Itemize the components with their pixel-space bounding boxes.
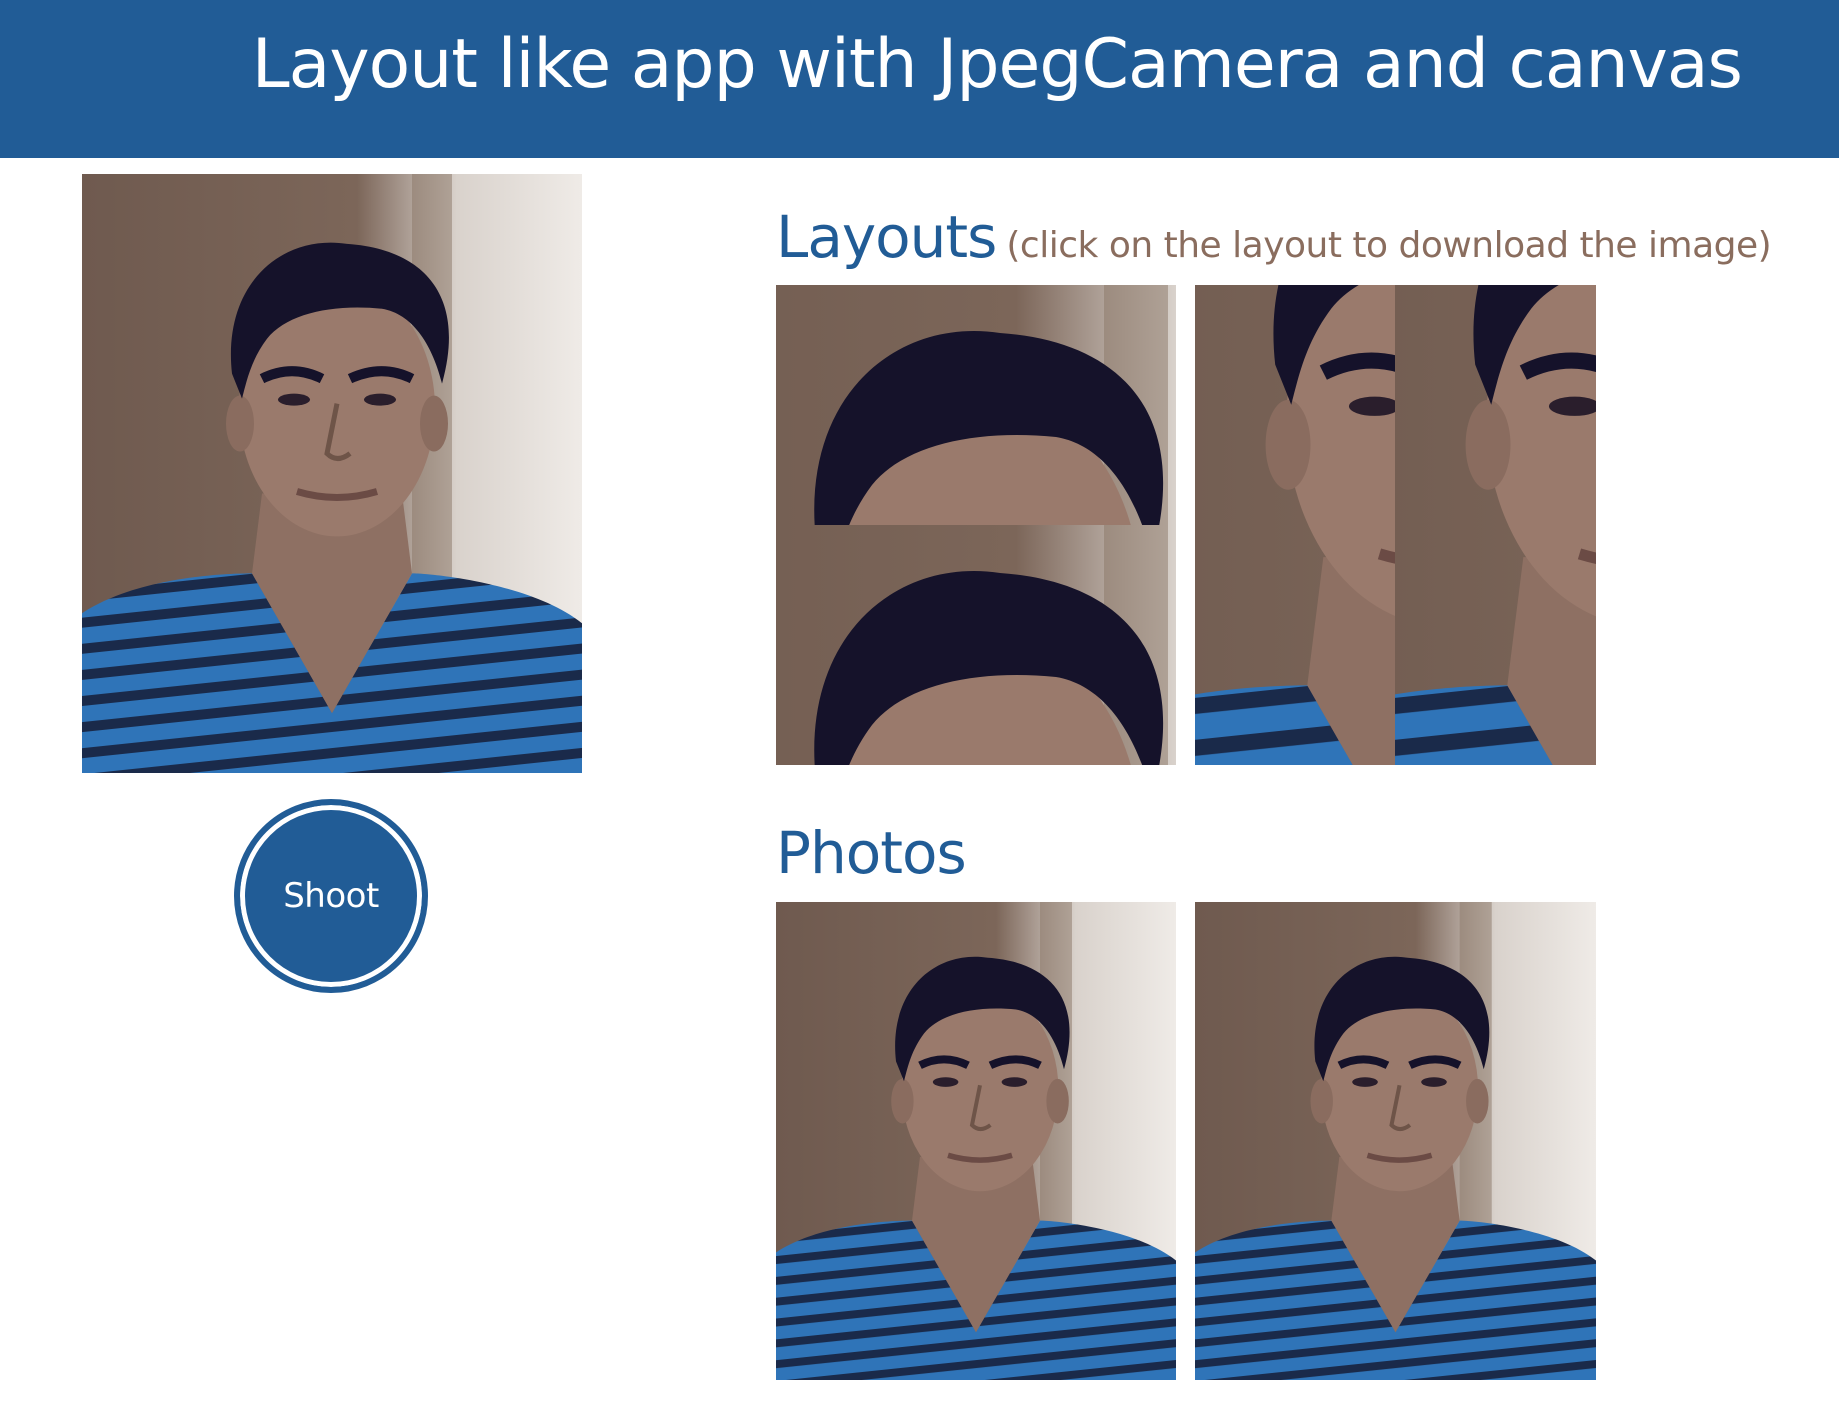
layouts-heading: Layouts (click on the layout to download … (776, 202, 1772, 281)
app-header: Layout like app with JpegCamera and canv… (0, 0, 1839, 158)
photo-thumbnail[interactable] (776, 902, 1176, 1380)
camera-preview (82, 174, 582, 773)
layout-two-side-by-side[interactable] (1195, 285, 1596, 765)
layouts-hint: (click on the layout to download the ima… (1006, 225, 1772, 266)
layouts-title: Layouts (776, 203, 997, 271)
page-title: Layout like app with JpegCamera and canv… (251, 25, 1743, 104)
photo-thumbnail[interactable] (1195, 902, 1596, 1380)
shoot-button[interactable]: Shoot (234, 799, 428, 993)
photos-heading: Photos (776, 819, 967, 887)
layout-two-stacked[interactable] (776, 285, 1176, 765)
